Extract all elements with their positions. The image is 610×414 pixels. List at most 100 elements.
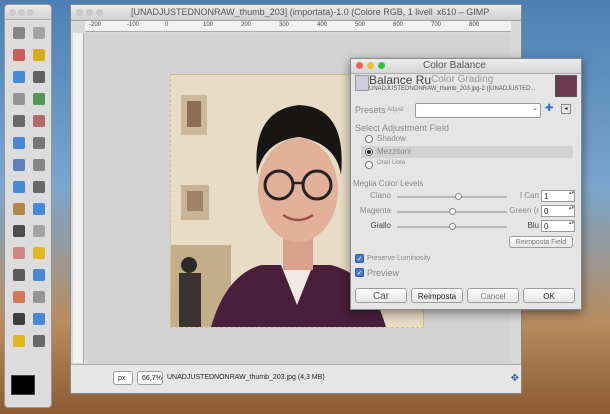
zoom-selector[interactable]: 66,7% (137, 371, 163, 385)
slider-right-label: Blu (527, 221, 539, 230)
tool-icon-29[interactable] (13, 335, 25, 347)
close-window-icon[interactable] (76, 9, 83, 16)
ruler-mark: 400 (317, 22, 328, 28)
ruler-mark: -200 (89, 22, 102, 28)
dialog-titlebar: Color Balance (351, 59, 581, 74)
minimize-window-icon[interactable] (86, 9, 93, 16)
tool-icon-25[interactable] (13, 291, 25, 303)
reset-field-button[interactable]: Reimposta Field (509, 236, 573, 248)
tool-icon-10[interactable] (33, 115, 45, 127)
ruler-mark: 100 (203, 22, 214, 28)
slider-knob[interactable] (449, 208, 456, 215)
tool-icon-16[interactable] (33, 181, 45, 193)
close-dialog-icon[interactable] (356, 62, 363, 69)
tool-icon-19[interactable] (13, 225, 25, 237)
tool-icon-13[interactable] (13, 159, 25, 171)
presets-dropdown[interactable]: ⌄ (415, 103, 541, 118)
zoom-window-icon[interactable] (27, 9, 34, 16)
ruler-mark: 700 (431, 22, 442, 28)
slider-value-spinner[interactable]: 0 (541, 220, 575, 232)
tool-icon-27[interactable] (13, 313, 25, 325)
range-radio-1[interactable] (365, 135, 373, 143)
preset-menu-icon[interactable]: ◂ (561, 104, 571, 114)
levels-label: Meglia Color Levels (353, 179, 424, 188)
ruler-mark: 200 (241, 22, 252, 28)
image-thumbnail (555, 75, 577, 97)
tool-icon-15[interactable] (13, 181, 25, 193)
toolbox-window (4, 4, 52, 408)
select-field-label: Select Adjustment Field (355, 123, 450, 133)
tool-icon-21[interactable] (13, 247, 25, 259)
preview-label: Preview (367, 268, 400, 278)
help-button[interactable]: Car (355, 288, 407, 303)
preserve-luminosity-checkbox[interactable]: ✓ (355, 254, 364, 263)
range-label-3: Orari Liore (377, 160, 406, 166)
horizontal-ruler[interactable]: -200 -100 0 100 200 300 400 500 600 700 800 (85, 21, 511, 32)
foreground-color-swatch[interactable] (11, 375, 35, 395)
slider-value-spinner[interactable]: 1 (541, 190, 575, 202)
close-window-icon[interactable] (9, 9, 16, 16)
ok-button[interactable]: OK (523, 288, 575, 303)
cancel-button[interactable]: Cancel (467, 288, 519, 303)
vertical-ruler[interactable] (73, 33, 84, 363)
dialog-header-title: Balance Ru (369, 73, 432, 87)
chevron-down-icon: ⌄ (532, 105, 538, 112)
slider-knob[interactable] (454, 193, 462, 200)
ruler-mark: -100 (127, 22, 140, 28)
slider-right-label: Green (r (509, 206, 539, 215)
preserve-luminosity-label: Preserve Luminosity (367, 255, 431, 262)
navigate-icon[interactable]: ✥ (511, 373, 519, 384)
tool-icon-9[interactable] (13, 115, 25, 127)
tool-icon-3[interactable] (13, 49, 25, 61)
tool-icon-24[interactable] (33, 269, 45, 281)
zoom-window-icon[interactable] (96, 9, 103, 16)
presets-sublabel: Adjust (387, 107, 404, 113)
color-balance-dialog: Color Balance Balance Ru Color Grading U… (350, 58, 582, 310)
tool-icon-18[interactable] (33, 203, 45, 215)
status-filename: UNADJUSTEDNONRAW_thumb_203.jpg (4,3 MB) (167, 374, 325, 381)
tool-icon-7[interactable] (13, 93, 25, 105)
color-slider-track[interactable] (397, 193, 507, 200)
tool-icon-30[interactable] (33, 335, 45, 347)
color-slider-track[interactable] (397, 223, 507, 230)
ruler-mark: 800 (469, 22, 480, 28)
tool-icon-1[interactable] (13, 27, 25, 39)
range-label-2: Mezzitoni (377, 147, 411, 156)
unit-selector[interactable]: px (113, 371, 133, 385)
tool-icon-11[interactable] (13, 137, 25, 149)
tool-icon-28[interactable] (33, 313, 45, 325)
tool-icon-26[interactable] (33, 291, 45, 303)
ruler-mark: 500 (355, 22, 366, 28)
color-slider-track[interactable] (397, 208, 507, 215)
minimize-window-icon[interactable] (18, 9, 25, 16)
slider-left-label: Giallo (370, 221, 391, 230)
tool-icon-12[interactable] (33, 137, 45, 149)
slider-value-spinner[interactable]: 0 (541, 205, 575, 217)
range-radio-3[interactable] (365, 161, 373, 169)
slider-left-label: Magenta (359, 206, 391, 215)
zoom-dialog-icon[interactable] (378, 62, 385, 69)
tool-icon-6[interactable] (33, 71, 45, 83)
reset-button[interactable]: Reimposta (411, 288, 463, 303)
status-bar: px 66,7% UNADJUSTEDNONRAW_thumb_203.jpg … (71, 364, 521, 393)
range-radio-2[interactable] (365, 148, 373, 156)
add-preset-icon[interactable]: ✚ (545, 103, 553, 114)
slider-knob[interactable] (449, 223, 456, 230)
dialog-title: Color Balance (423, 60, 486, 71)
tool-icon-5[interactable] (13, 71, 25, 83)
color-balance-icon (355, 75, 369, 91)
tool-icon-4[interactable] (33, 49, 45, 61)
tool-icon-2[interactable] (33, 27, 45, 39)
tool-icon-20[interactable] (33, 225, 45, 237)
tool-icon-17[interactable] (13, 203, 25, 215)
dialog-header-subtitle: UNADJUSTEDNONRAW_thumb_203.jpg-2 ([UNADJ… (369, 86, 536, 92)
minimize-dialog-icon[interactable] (367, 62, 374, 69)
slider-right-label: I Can (519, 191, 539, 200)
tool-icon-23[interactable] (13, 269, 25, 281)
tool-icon-14[interactable] (33, 159, 45, 171)
tool-icon-8[interactable] (33, 93, 45, 105)
preview-checkbox[interactable]: ✓ (355, 268, 364, 277)
tool-icon-22[interactable] (33, 247, 45, 259)
ruler-mark: 0 (165, 22, 169, 28)
range-label-1: Shadow (377, 134, 406, 143)
